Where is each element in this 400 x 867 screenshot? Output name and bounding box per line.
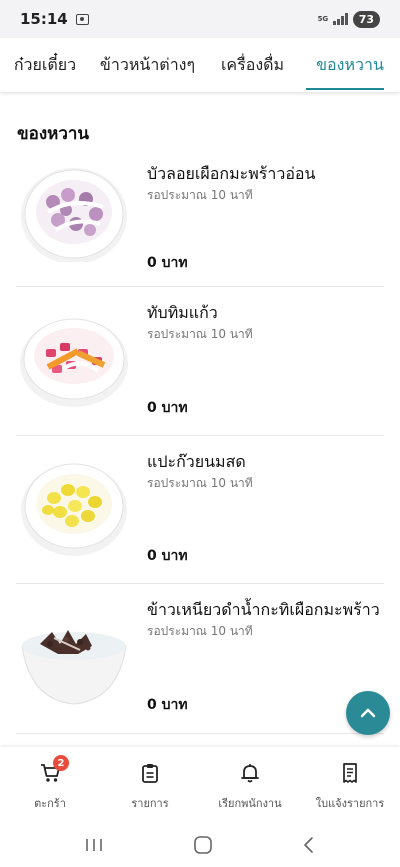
receipt-icon [338,761,362,785]
clipboard-icon [138,761,162,785]
category-tabs: ก๋วยเตี๋ยว ข้าวหน้าต่างๆ เครื่องดื่ม ของ… [0,38,400,92]
chevron-up-icon [360,708,376,718]
status-icons: 5G 73 [317,10,380,28]
menu-item[interactable]: ข้าวเหนียวดำน้ำกะทิเผือกมะพร้าว รอประมาณ… [16,584,384,734]
tab-desserts[interactable]: ของหวาน [300,38,400,92]
scroll-to-top-button[interactable] [346,691,390,735]
recent-apps-icon[interactable] [83,837,105,853]
item-price: 0 บาท [147,255,188,271]
tab-noodles[interactable]: ก๋วยเตี๋ยว [0,38,90,92]
item-price: 0 บาท [147,400,188,416]
item-name: ทับทิมแก้ว [147,303,218,322]
system-nav-bar [0,822,400,867]
bell-icon [238,761,262,785]
bottom-nav: 2 ตะกร้า รายการ เรียกพนักงาน ใบแจ้งรายกา… [0,747,400,822]
item-name: แปะก๊วยนมสด [147,452,246,471]
menu-item[interactable]: ทับทิมแก้ว รอประมาณ 10 นาที 0 บาท [16,287,384,436]
item-wait-time: รอประมาณ 10 นาที [147,188,253,202]
nav-bill[interactable]: ใบแจ้งรายการ [300,747,400,822]
screenshot-icon [75,13,89,25]
status-bar: 15:14 5G 73 [0,0,400,38]
item-wait-time: รอประมาณ 10 นาที [147,327,253,341]
red-rubies-bowl-icon [20,318,128,407]
nav-label: ตะกร้า [34,797,66,810]
item-price: 0 บาท [147,697,188,713]
item-price: 0 บาท [147,548,188,564]
nav-label: ใบแจ้งรายการ [315,797,385,810]
cart-badge: 2 [53,755,69,771]
cart-icon: 2 [38,755,69,785]
item-name: บัวลอยเผือกมะพร้าวอ่อน [147,164,316,183]
nav-cart[interactable]: 2 ตะกร้า [0,747,100,822]
item-wait-time: รอประมาณ 10 นาที [147,476,253,490]
tab-drinks[interactable]: เครื่องดื่ม [205,38,300,92]
tab-rice-dishes[interactable]: ข้าวหน้าต่างๆ [90,38,205,92]
battery-icon: 73 [352,10,380,28]
black-sticky-rice-coconut-bowl-icon [21,630,127,705]
nav-label: รายการ [131,797,169,810]
nav-call-staff[interactable]: เรียกพนักงาน [200,747,300,822]
taro-balls-coconut-milk-bowl-icon [21,168,127,262]
nav-orders[interactable]: รายการ [100,747,200,822]
item-wait-time: รอประมาณ 10 นาที [147,624,253,638]
item-name: ข้าวเหนียวดำน้ำกะทิเผือกมะพร้าว [147,600,380,619]
network-5g-icon: 5G [317,14,329,23]
section-title: ของหวาน [17,124,90,144]
signal-icon [333,13,348,25]
ginkgo-milk-bowl-icon [21,463,127,556]
menu-item[interactable]: แปะก๊วยนมสด รอประมาณ 10 นาที 0 บาท [16,436,384,584]
status-time: 15:14 [20,10,68,28]
nav-label: เรียกพนักงาน [218,797,282,810]
home-icon[interactable] [192,834,214,856]
back-icon[interactable] [301,835,317,855]
menu-item[interactable]: บัวลอยเผือกมะพร้าวอ่อน รอประมาณ 10 นาที … [16,148,384,287]
